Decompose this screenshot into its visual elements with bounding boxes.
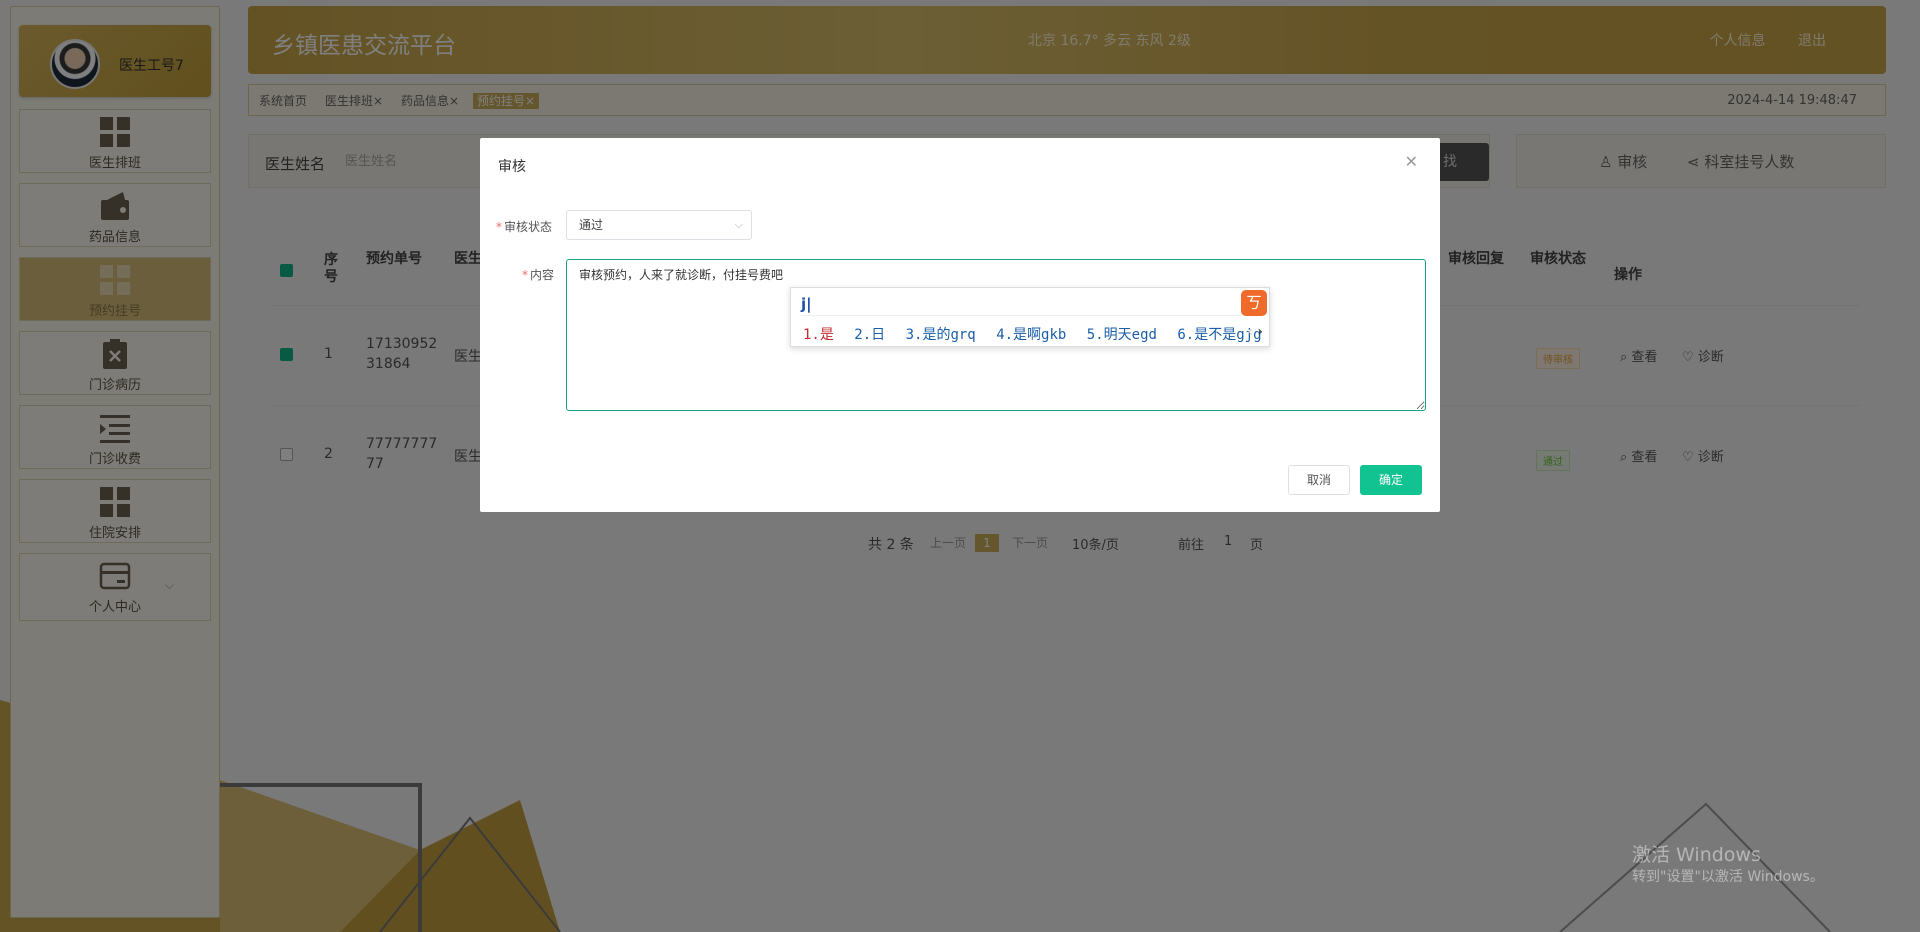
ime-page-nav[interactable]: ‹ › — [1247, 324, 1263, 340]
ime-candidate[interactable]: 4.是啊gkb — [996, 327, 1066, 343]
content-field-label: * 内容 — [522, 268, 555, 282]
windows-activation-watermark: 激活 Windows 转到"设置"以激活 Windows。 — [1632, 844, 1824, 885]
ime-composition: j| — [801, 292, 1261, 316]
cancel-button[interactable]: 取消 — [1288, 465, 1350, 495]
ime-candidate[interactable]: 3.是的grq — [906, 327, 976, 343]
status-field-label: * 审核状态 — [496, 220, 553, 234]
chevron-right-icon[interactable]: › — [1257, 324, 1263, 340]
chevron-down-icon: ⌵ — [734, 218, 743, 231]
confirm-button[interactable]: 确定 — [1360, 465, 1422, 495]
ime-candidate[interactable]: 1.是 — [803, 327, 834, 343]
ime-candidate-window: j| ㄎ 1.是 2.日 3.是的grq 4.是啊gkb 5.明天egd 6.是… — [790, 287, 1270, 347]
close-icon[interactable]: ✕ — [1405, 152, 1418, 171]
review-status-select[interactable]: 通过 ⌵ — [566, 210, 752, 240]
chevron-left-icon[interactable]: ‹ — [1247, 324, 1253, 340]
ime-candidate[interactable]: 5.明天egd — [1087, 327, 1157, 343]
ime-candidate[interactable]: 2.日 — [854, 327, 885, 343]
ime-candidates: 1.是 2.日 3.是的grq 4.是啊gkb 5.明天egd 6.是不是gjg — [803, 324, 1274, 344]
dialog-title: 审核 — [498, 159, 526, 175]
ime-logo-icon[interactable]: ㄎ — [1241, 290, 1267, 316]
